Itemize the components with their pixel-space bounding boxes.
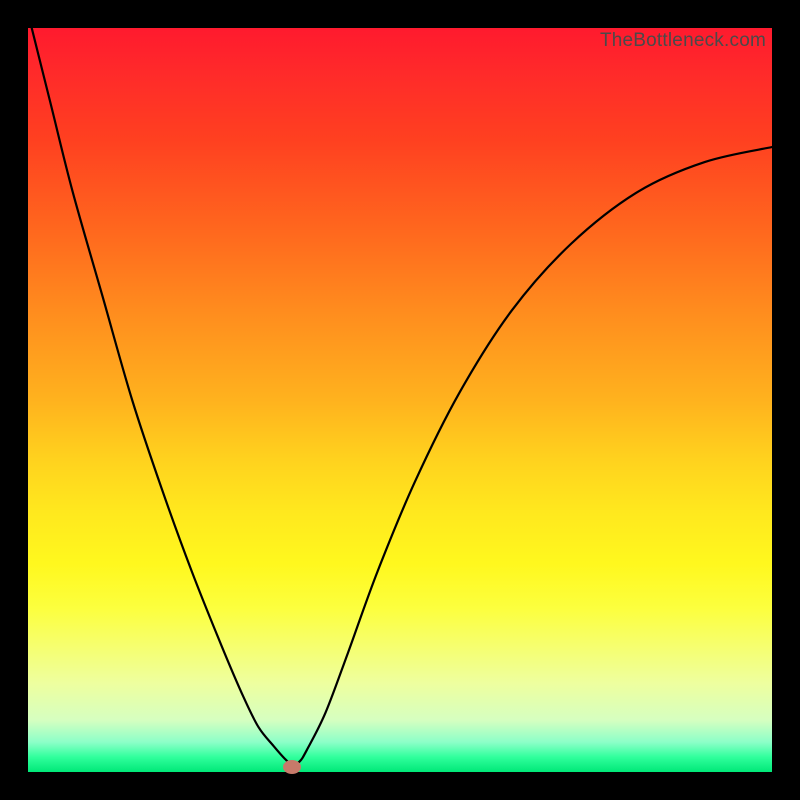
bottleneck-curve (28, 28, 772, 772)
optimal-point-marker (283, 760, 301, 774)
plot-area: TheBottleneck.com (28, 28, 772, 772)
chart-frame: TheBottleneck.com (0, 0, 800, 800)
